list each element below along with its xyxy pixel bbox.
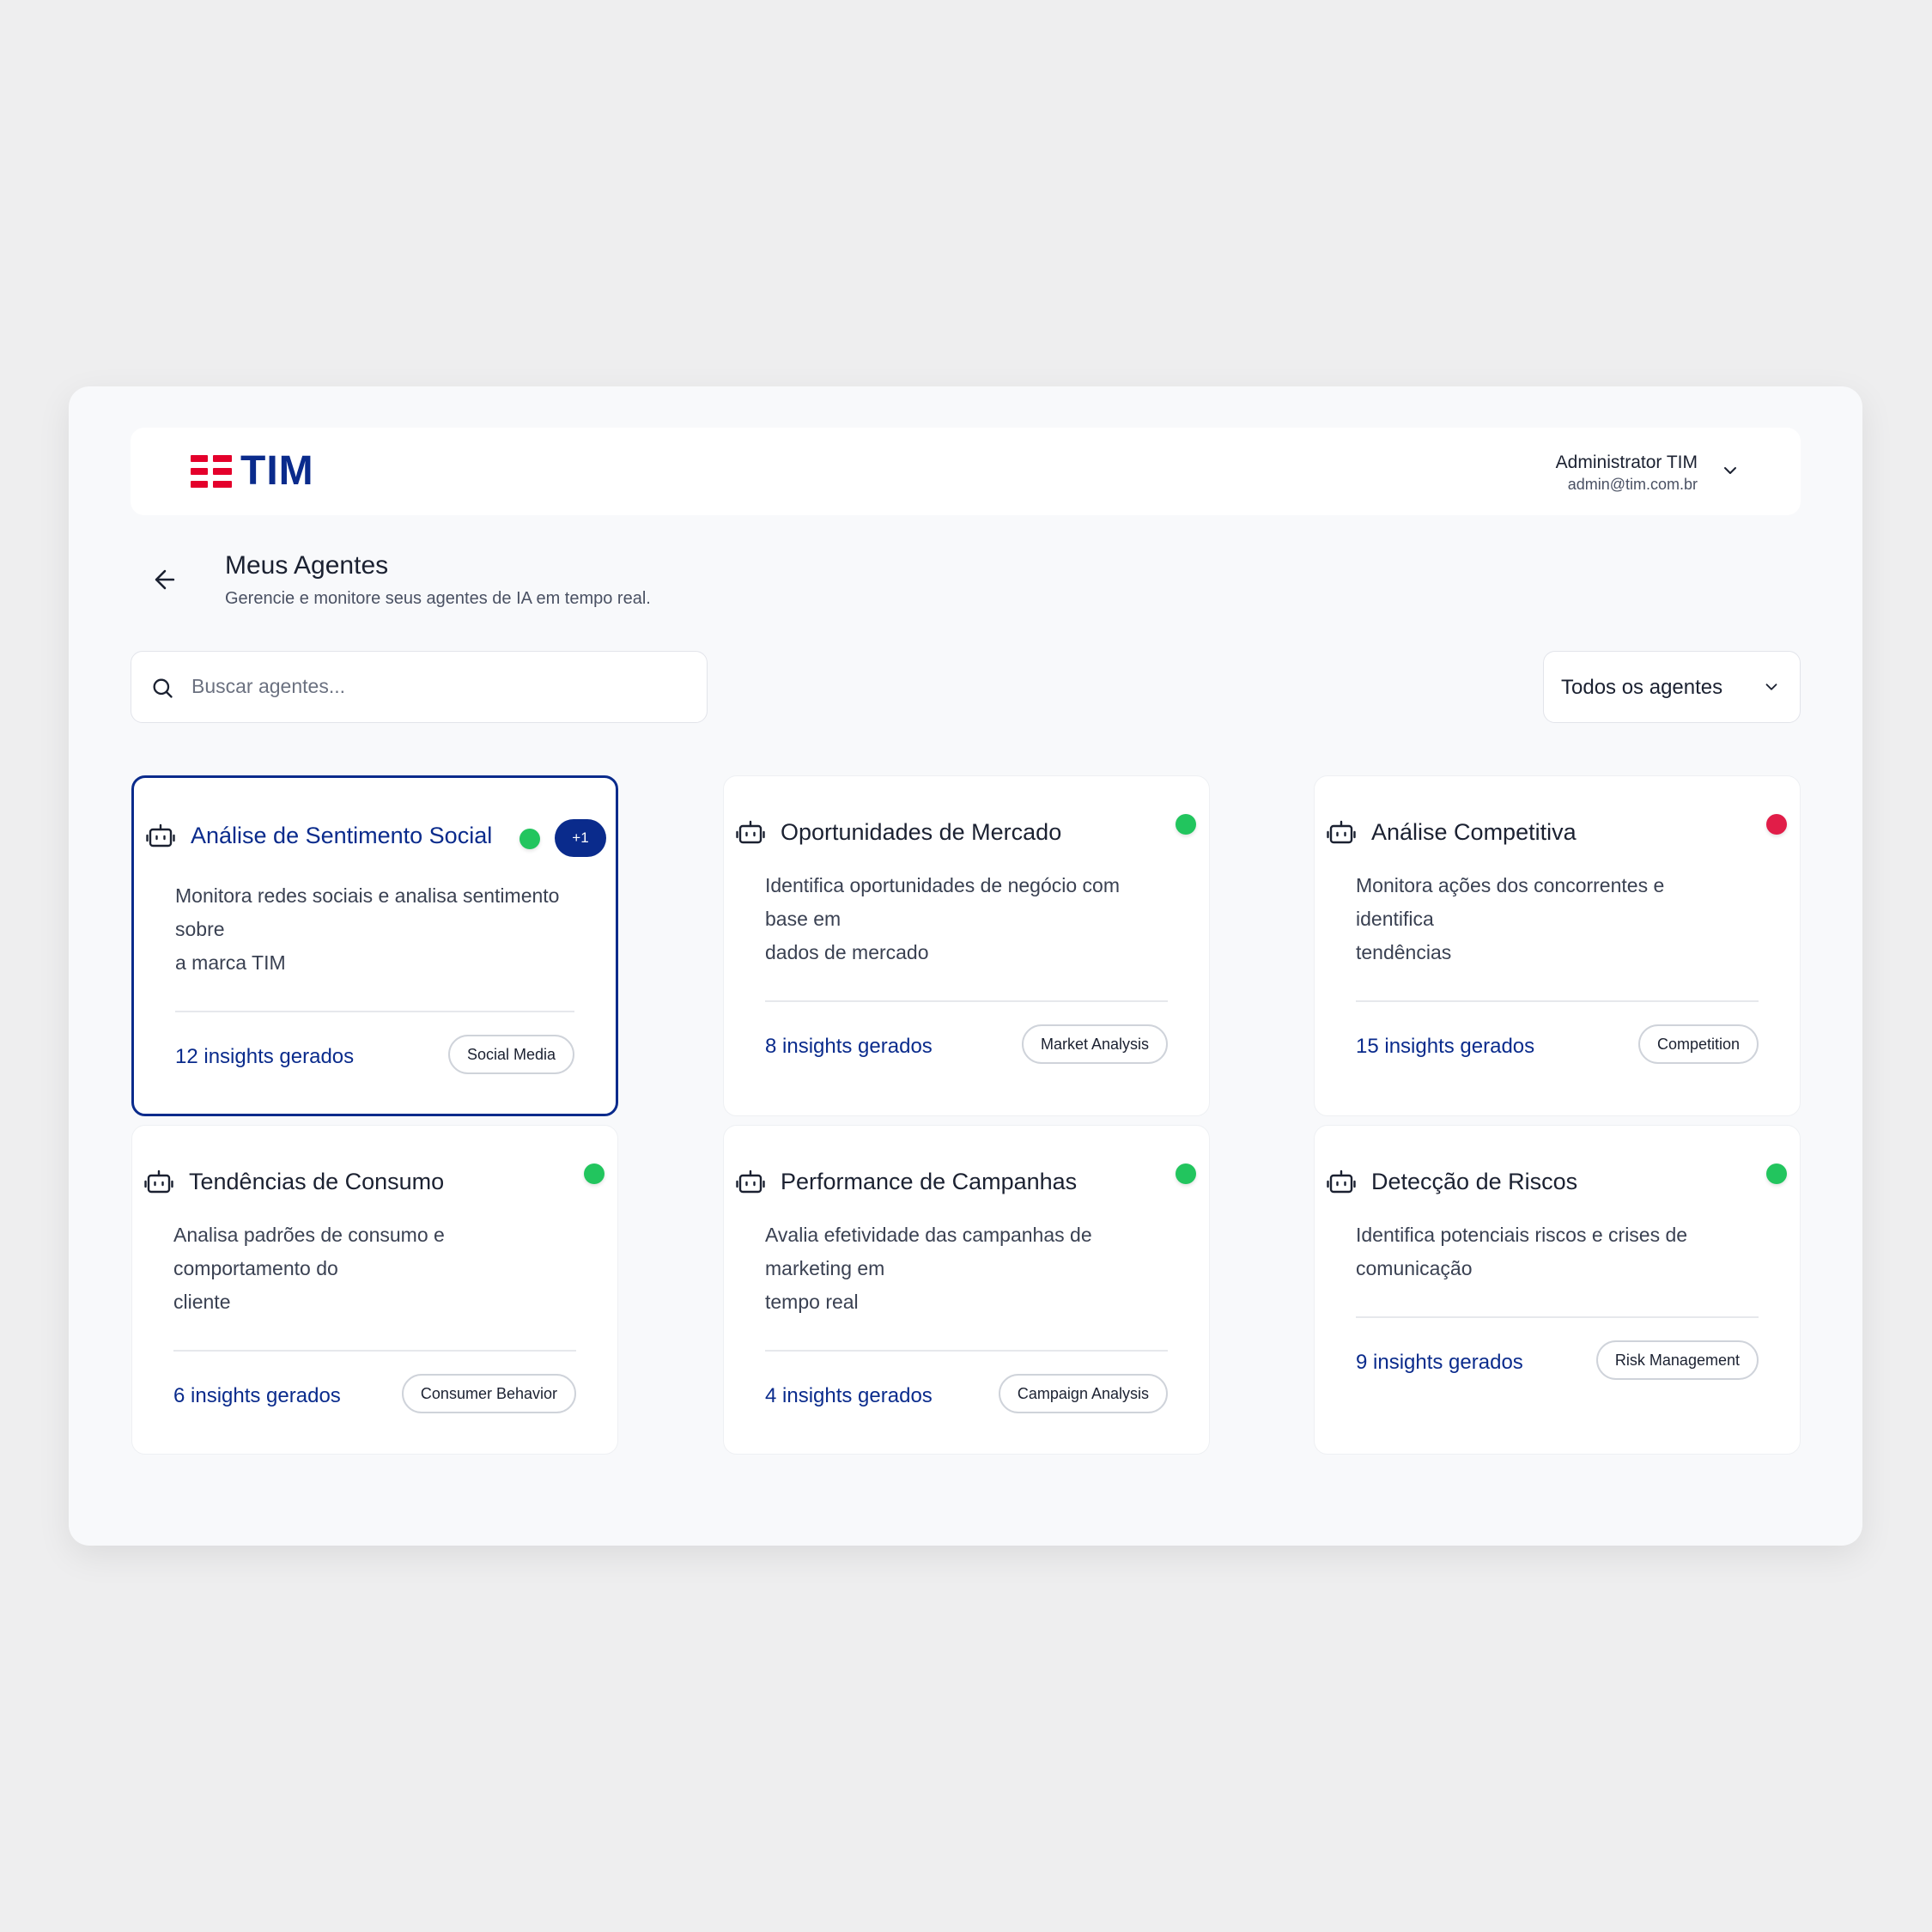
count-badge[interactable]: +1 (555, 819, 606, 857)
agent-title: Performance de Campanhas (781, 1169, 1078, 1194)
status-active-dot (1766, 1163, 1787, 1184)
status-inactive-dot (1766, 814, 1787, 835)
chevron-down-icon[interactable] (1720, 460, 1741, 481)
status-active-dot (1176, 814, 1196, 835)
insights-count: 6 insights gerados (173, 1384, 341, 1407)
top-header: TIM Administrator TIM admin@tim.com.br (131, 428, 1801, 515)
agent-title: Tendências de Consumo (189, 1169, 445, 1194)
user-menu[interactable]: Administrator TIM admin@tim.com.br (1556, 452, 1698, 495)
user-name: Administrator TIM (1555, 453, 1698, 472)
category-tag[interactable]: Market Analysis (1021, 1024, 1168, 1064)
insights-count: 8 insights gerados (765, 1035, 933, 1058)
agent-card[interactable]: Oportunidades de Mercado Identifica opor… (723, 775, 1210, 1116)
category-tag[interactable]: Consumer Behavior (401, 1374, 576, 1413)
agent-description: Identifica potenciais riscos e crises de… (1356, 1224, 1688, 1279)
app-window: TIM Administrator TIM admin@tim.com.br M… (69, 386, 1862, 1546)
agent-title: Análise Competitiva (1371, 819, 1577, 845)
category-tag[interactable]: Social Media (447, 1035, 574, 1074)
card-divider (1356, 1316, 1759, 1318)
category-tag[interactable]: Risk Management (1595, 1340, 1759, 1380)
card-divider (765, 1350, 1168, 1352)
agent-description: Monitora redes sociais e analisa sentime… (175, 884, 560, 974)
category-tag[interactable]: Campaign Analysis (998, 1374, 1168, 1413)
chevron-down-icon (1765, 683, 1777, 690)
filter-selected-value: Todos os agentes (1561, 676, 1723, 699)
robot-icon (1327, 820, 1356, 844)
agent-card[interactable]: Análise Competitiva Monitora ações dos c… (1314, 775, 1801, 1116)
search-icon (153, 678, 173, 698)
search-box (131, 651, 708, 723)
agent-card[interactable]: Tendências de Consumo Analisa padrões de… (131, 1125, 618, 1455)
card-divider (175, 1011, 574, 1012)
robot-icon (1327, 1170, 1356, 1194)
insights-count: 15 insights gerados (1356, 1035, 1535, 1058)
status-active-dot (1176, 1163, 1196, 1184)
agent-title: Oportunidades de Mercado (781, 819, 1062, 845)
agent-description: Analisa padrões de consumo e comportament… (173, 1224, 445, 1313)
category-tag[interactable]: Competition (1637, 1024, 1759, 1064)
page-subtitle: Gerencie e monitore seus agentes de IA e… (225, 589, 651, 608)
tim-logo[interactable]: TIM (191, 448, 314, 494)
insights-count: 12 insights gerados (175, 1045, 355, 1068)
card-divider (765, 1000, 1168, 1002)
back-arrow-icon[interactable] (150, 565, 179, 594)
robot-icon (144, 1170, 173, 1194)
agent-description: Identifica oportunidades de negócio com b… (765, 874, 1121, 963)
page-title: Meus Agentes (225, 551, 389, 580)
card-divider (1356, 1000, 1759, 1002)
status-active-dot (519, 829, 540, 849)
agent-title: Análise de Sentimento Social (191, 823, 493, 848)
user-email: admin@tim.com.br (1567, 476, 1698, 493)
agent-description: Avalia efetividade das campanhas de marke… (765, 1224, 1092, 1313)
card-divider (173, 1350, 576, 1352)
search-input[interactable] (191, 652, 690, 721)
agent-card[interactable]: Análise de Sentimento Social +1 Monitora… (131, 775, 618, 1116)
robot-icon (146, 823, 175, 848)
insights-count: 4 insights gerados (765, 1384, 933, 1407)
robot-icon (736, 820, 765, 844)
status-active-dot (584, 1163, 605, 1184)
agent-card[interactable]: Performance de Campanhas Avalia efetivid… (723, 1125, 1210, 1455)
logo-text: TIM (240, 448, 314, 494)
robot-icon (736, 1170, 765, 1194)
agent-description: Monitora ações dos concorrentes e identif… (1356, 874, 1665, 963)
agent-card[interactable]: Detecção de Riscos Identifica potenciais… (1314, 1125, 1801, 1455)
agent-title: Detecção de Riscos (1371, 1169, 1578, 1194)
agent-filter-select[interactable]: Todos os agentes (1543, 651, 1801, 723)
insights-count: 9 insights gerados (1356, 1351, 1523, 1374)
logo-mark-icon (191, 455, 232, 488)
